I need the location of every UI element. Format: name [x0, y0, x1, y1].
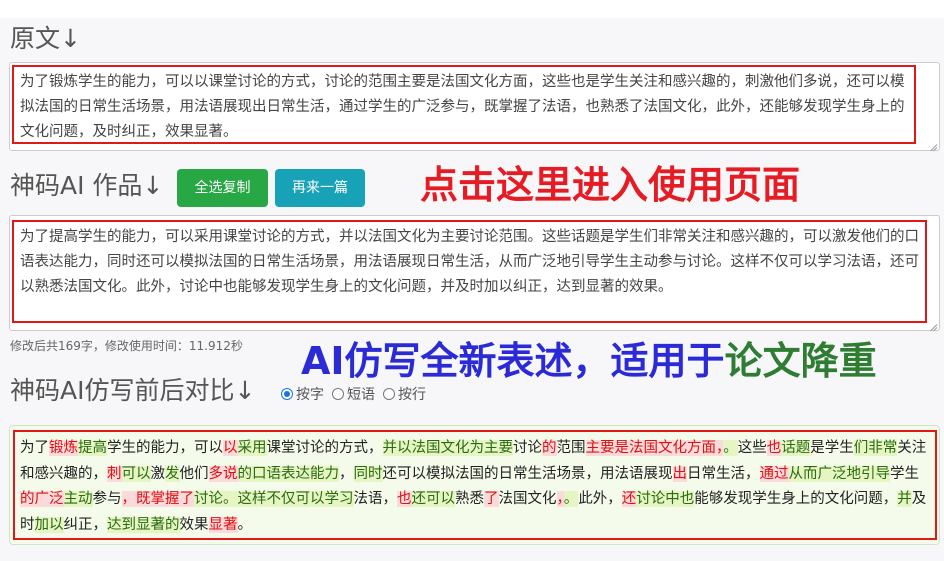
diff-same: 讨论 — [513, 440, 542, 456]
option-by-phrase-label[interactable]: 短语 — [347, 384, 375, 404]
diff-same: 。 — [237, 516, 253, 533]
diff-deleted: 主要是法国文化方面， — [585, 440, 724, 456]
diff-same: 熟悉 — [455, 491, 484, 507]
diff-inserted: 还可以 — [411, 491, 455, 507]
diff-inserted: 并 — [897, 491, 912, 507]
diff-inserted: 从而广泛地引导 — [788, 465, 890, 482]
diff-deleted: 广泛 — [34, 491, 64, 507]
promo-rewrite: AI仿写全新表述，适用于论文降重 — [301, 342, 877, 380]
diff-same: 课堂讨论的方式， — [266, 440, 383, 456]
diff-deleted: 也 — [766, 440, 782, 456]
result-meta: 修改后共169字，修改使用时间：11.912秒 — [10, 339, 243, 353]
diff-deleted: 还 — [621, 491, 637, 507]
diff-same: 纠正， — [63, 516, 108, 533]
diff-same: 是学生 — [810, 440, 854, 456]
diff-same: 效果 — [179, 516, 209, 533]
diff-same: 法国文化 — [498, 491, 557, 507]
diff-same: 还可以模拟法国的日常生活场景，用法语展现 — [382, 465, 673, 482]
diff-deleted: ，既掌握了 — [121, 491, 194, 507]
diff-same: 参与 — [92, 491, 122, 507]
promo-click-here[interactable]: 点击这里进入使用页面 — [420, 166, 800, 204]
diff-same: 为了 — [20, 440, 49, 456]
original-heading: 原文↓ — [10, 24, 81, 53]
diff-inserted: 。 — [723, 440, 738, 456]
diff-same: 日常生活， — [687, 465, 760, 482]
option-by-line-label[interactable]: 按行 — [398, 384, 426, 404]
diff-inserted: 。 — [563, 491, 579, 507]
diff-same: 法语， — [353, 491, 398, 507]
diff-inserted: 达到显著的 — [107, 516, 180, 533]
promo-rewrite-text: AI仿写全新表述，适用于 — [301, 339, 725, 383]
compare-mode-options: 按字 短语 按行 — [281, 384, 426, 404]
diff-inserted: 加以 — [34, 516, 64, 533]
diff-inserted: 讨论。这样不仅可以学习 — [194, 491, 354, 507]
promo-rewrite-highlight: 论文降重 — [724, 339, 877, 383]
diff-inserted: 提高 — [78, 440, 107, 456]
ai-output-heading: 神码AI 作品↓ — [10, 171, 164, 200]
resize-handle-icon[interactable] — [929, 320, 937, 328]
diff-deleted: 也 — [397, 491, 412, 507]
diff-deleted: 刺 — [107, 465, 122, 482]
diff-inserted: 讨论中也 — [636, 491, 695, 507]
diff-deleted: 了 — [484, 491, 499, 507]
diff-deleted: 出 — [672, 465, 687, 482]
diff-same: 学生的能力，可以 — [107, 440, 223, 456]
diff-deleted: 以 — [223, 440, 238, 456]
diff-same: 激 — [150, 465, 166, 482]
compare-heading: 神码AI仿写前后对比↓ — [10, 376, 256, 405]
radio-unchecked-icon[interactable] — [332, 388, 344, 400]
copy-all-button[interactable]: 全选复制 — [177, 169, 268, 207]
regenerate-button[interactable]: 再来一篇 — [275, 169, 365, 207]
diff-same: ， — [339, 465, 354, 482]
diff-inserted: 发 — [165, 465, 180, 482]
diff-deleted: ， — [556, 491, 564, 507]
diff-inserted: 主动 — [63, 491, 93, 507]
diff-inserted: 采用 — [237, 440, 267, 456]
diff-deleted: 多说 — [208, 465, 238, 482]
diff-deleted: 锻炼 — [49, 440, 78, 456]
diff-deleted: 显著 — [208, 516, 238, 533]
original-text: 为了锻炼学生的能力，可以以课堂讨论的方式，讨论的范围主要是法国文化方面，这些也是… — [12, 65, 916, 144]
diff-same: 能够发现学生身上的文化问题， — [694, 491, 898, 507]
diff-inserted: 并以法国文化为主要 — [382, 440, 513, 456]
ai-output-text: 为了提高学生的能力，可以采用课堂讨论的方式，并以法国文化为主要讨论范围。这些话题… — [12, 220, 927, 323]
option-by-line[interactable]: 按行 — [383, 384, 426, 404]
resize-handle-icon[interactable] — [929, 140, 937, 148]
option-by-char[interactable]: 按字 — [281, 384, 324, 404]
diff-inserted: 们非常 — [853, 440, 898, 456]
diff-deleted: 的 — [542, 440, 557, 456]
diff-deleted: 的 — [20, 491, 35, 507]
diff-deleted: 通过 — [759, 465, 789, 482]
compare-text: 为了锻炼提高学生的能力，可以以采用课堂讨论的方式，并以法国文化为主要讨论的范围主… — [13, 430, 937, 540]
diff-same: 范围 — [556, 440, 586, 456]
diff-inserted: 可以 — [121, 465, 151, 482]
radio-unchecked-icon[interactable] — [383, 388, 395, 400]
diff-inserted: 的口语表达能力 — [237, 465, 339, 482]
diff-inserted: 同时 — [353, 465, 383, 482]
promo-click-text[interactable]: 点击这里进入使用页面 — [420, 163, 800, 207]
diff-same: 此外， — [578, 491, 622, 507]
diff-same: 这些 — [737, 440, 767, 456]
diff-same: 他们 — [179, 465, 209, 482]
diff-inserted: 话题 — [781, 440, 811, 456]
option-by-phrase[interactable]: 短语 — [332, 384, 375, 404]
radio-checked-icon[interactable] — [281, 388, 293, 400]
diff-same: 学生 — [890, 465, 919, 482]
option-by-char-label[interactable]: 按字 — [296, 384, 324, 404]
